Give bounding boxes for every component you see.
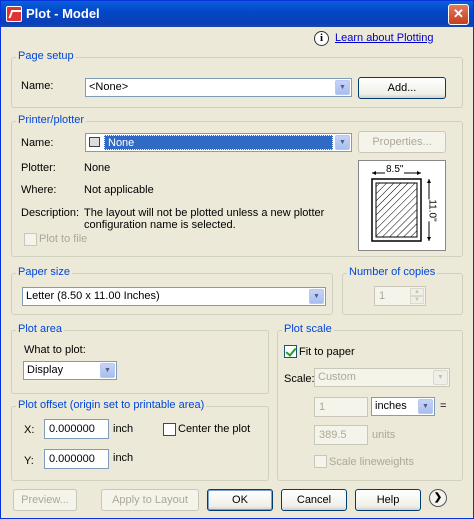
center-the-plot-checkbox[interactable] [163, 423, 176, 436]
plot-area-group: Plot area What to plot: Display ▼ [11, 323, 269, 394]
printer-icon [89, 137, 100, 147]
add-page-setup-button[interactable]: Add... [358, 77, 446, 99]
chevron-down-icon: ▼ [309, 289, 324, 304]
paper-height-label: 11.0" [426, 199, 438, 222]
number-of-copies-value: 1 [379, 290, 386, 302]
scale-unit-value: inches [375, 400, 407, 412]
printer-plotter-legend: Printer/plotter [16, 114, 87, 126]
scale-lineweights-label: Scale lineweights [329, 456, 414, 468]
chevron-down-icon: ▼ [335, 135, 350, 150]
plot-scale-legend: Plot scale [282, 323, 334, 335]
ok-button[interactable]: OK [207, 489, 273, 511]
page-setup-name-label: Name: [21, 80, 54, 92]
printer-properties-button[interactable]: Properties... [358, 131, 446, 153]
offset-x-unit: inch [113, 423, 134, 435]
fit-to-paper-checkbox[interactable] [284, 345, 297, 358]
description-line-2: configuration name is selected. [84, 219, 236, 231]
scale-label: Scale: [284, 373, 315, 385]
chevron-down-icon: ▼ [335, 80, 350, 95]
scale-units-label: units [372, 429, 396, 441]
number-of-copies-legend: Number of copies [347, 266, 438, 278]
what-to-plot-label: What to plot: [24, 344, 86, 356]
page-setup-legend: Page setup [16, 50, 76, 62]
offset-y-unit: inch [113, 452, 134, 464]
printer-name-value: None [104, 135, 333, 150]
what-to-plot-value: Display [27, 364, 64, 376]
paper-size-dropdown[interactable]: Letter (8.50 x 11.00 Inches) ▼ [22, 287, 326, 306]
scale-value-1-input[interactable]: 1 [314, 397, 368, 417]
paper-width-label: 8.5" [385, 164, 405, 175]
window-title: Plot - Model [26, 6, 100, 21]
plot-offset-group: Plot offset (origin set to printable are… [11, 399, 269, 481]
plot-to-file-label: Plot to file [39, 233, 88, 245]
help-button[interactable]: Help [355, 489, 421, 511]
scale-value: Custom [318, 371, 356, 383]
number-of-copies-input[interactable]: 1 ▲ ▼ [374, 286, 426, 306]
info-icon: i [314, 31, 329, 46]
page-setup-group: Page setup Name: <None> ▼ Add... [11, 50, 463, 108]
close-button[interactable]: ✕ [448, 4, 469, 25]
plot-offset-legend: Plot offset (origin set to printable are… [16, 399, 207, 411]
printer-name-label: Name: [21, 137, 54, 149]
where-label: Where: [21, 184, 57, 196]
offset-y-label: Y: [24, 455, 34, 467]
paper-size-value: Letter (8.50 x 11.00 Inches) [26, 290, 160, 302]
paper-preview: 8.5" 11.0" [358, 160, 446, 251]
plot-area-legend: Plot area [16, 323, 65, 335]
scale-dropdown[interactable]: Custom ▼ [314, 368, 450, 387]
plot-to-file-checkbox[interactable] [24, 233, 37, 246]
preview-button[interactable]: Preview... [13, 489, 77, 511]
paper-size-legend: Paper size [16, 266, 72, 278]
plotter-label: Plotter: [21, 162, 56, 174]
offset-x-input[interactable]: 0.000000 [44, 419, 109, 439]
plot-dialog: Plot - Model ✕ i Learn about Plotting Pa… [0, 0, 474, 519]
learn-about-plotting-link[interactable]: Learn about Plotting [335, 32, 433, 44]
chevron-down-icon: ▼ [433, 370, 448, 385]
printer-name-dropdown[interactable]: None ▼ [85, 133, 352, 152]
expand-dialog-button[interactable]: ❯ [429, 489, 447, 507]
paper-size-group: Paper size Letter (8.50 x 11.00 Inches) … [11, 266, 333, 315]
printable-area [375, 182, 418, 238]
number-of-copies-group: Number of copies 1 ▲ ▼ [342, 266, 463, 315]
autocad-app-icon [6, 6, 22, 22]
what-to-plot-dropdown[interactable]: Display ▼ [23, 361, 117, 380]
offset-y-input[interactable]: 0.000000 [44, 449, 109, 469]
description-line-1: The layout will not be plotted unless a … [84, 207, 325, 219]
description-label: Description: [21, 207, 80, 219]
plotter-value: None [84, 162, 111, 174]
center-the-plot-label: Center the plot [178, 423, 251, 435]
printer-plotter-group: Printer/plotter Name: None ▼ Properties.… [11, 114, 463, 257]
offset-x-label: X: [24, 424, 35, 436]
cancel-button[interactable]: Cancel [281, 489, 347, 511]
scale-lineweights-checkbox[interactable] [314, 455, 327, 468]
plot-scale-group: Plot scale Fit to paper Scale: Custom ▼ … [277, 323, 463, 481]
equals-sign: = [440, 400, 447, 412]
chevron-down-icon: ▼ [418, 399, 433, 414]
page-setup-name-dropdown[interactable]: <None> ▼ [85, 78, 352, 97]
apply-to-layout-button[interactable]: Apply to Layout [101, 489, 199, 511]
spin-up-icon[interactable]: ▲ [410, 288, 424, 296]
page-setup-name-value: <None> [89, 81, 129, 93]
spin-down-icon[interactable]: ▼ [410, 296, 424, 304]
title-bar[interactable]: Plot - Model ✕ [1, 1, 473, 27]
fit-to-paper-label: Fit to paper [299, 346, 355, 358]
scale-value-2-input[interactable]: 389.5 [314, 425, 368, 445]
where-value: Not applicable [84, 184, 154, 196]
scale-unit-dropdown[interactable]: inches ▼ [371, 397, 435, 416]
chevron-down-icon: ▼ [100, 363, 115, 378]
